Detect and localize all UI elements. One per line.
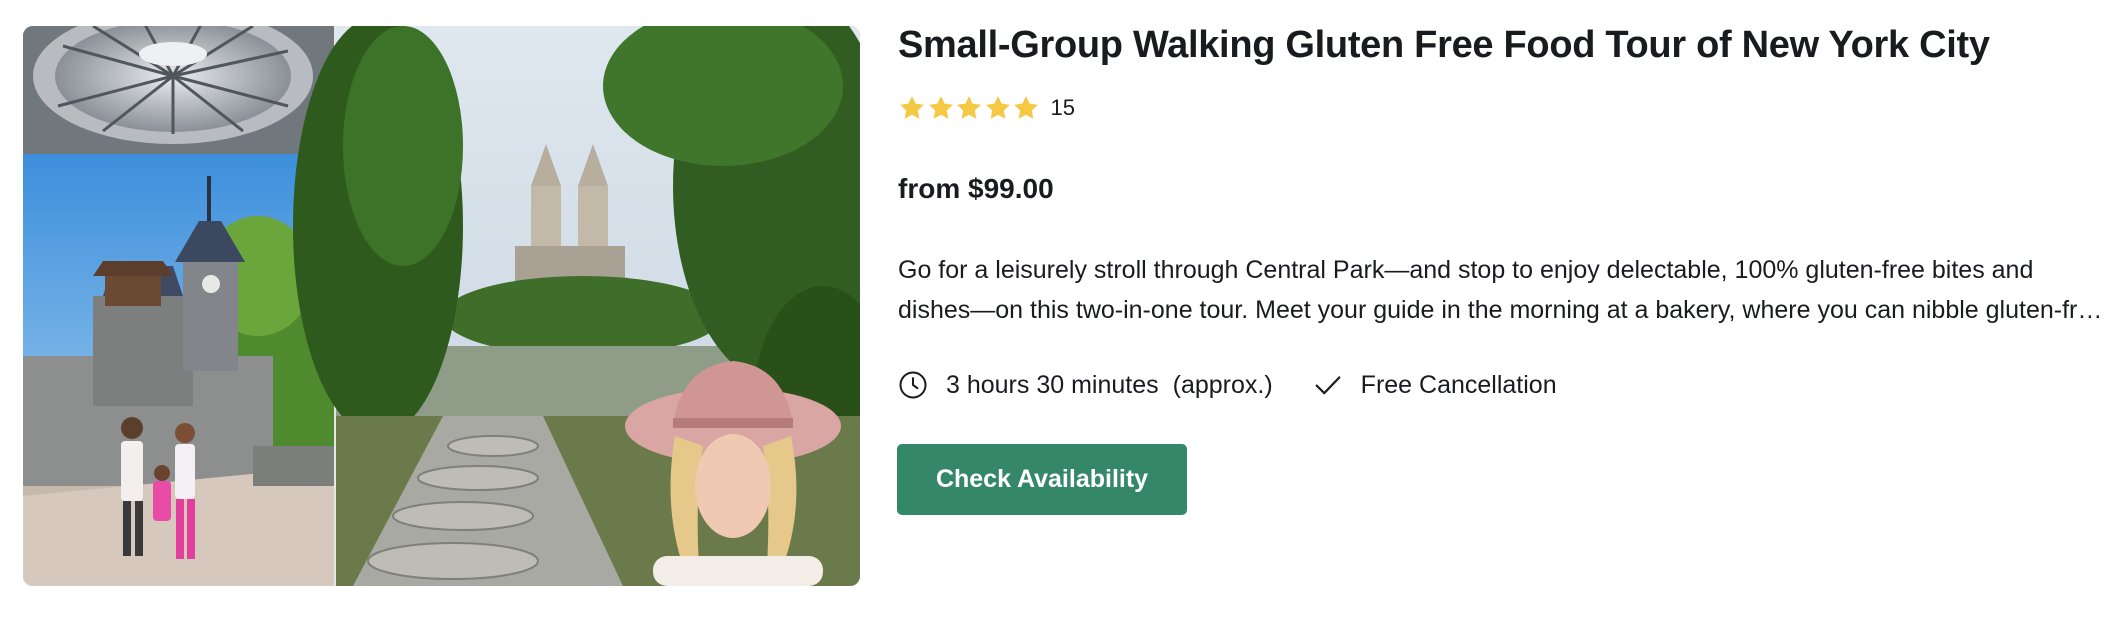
tour-description: Go for a leisurely stroll through Centra… — [898, 256, 2106, 324]
product-card: Small-Group Walking Gluten Free Food Tou… — [0, 0, 2124, 628]
cancellation-label: Free Cancellation — [1360, 370, 1557, 399]
mosaic-photo — [23, 26, 334, 154]
duration-approx: (approx.) — [1172, 370, 1273, 399]
review-count[interactable]: 15 — [1051, 95, 1075, 121]
check-availability-button[interactable]: Check Availability — [897, 444, 1187, 515]
price: from $99.00 — [898, 173, 1054, 204]
tour-meta: 3 hours 30 minutes (approx.) Free Cancel… — [898, 370, 1557, 400]
duration: 3 hours 30 minutes (approx.) — [898, 370, 1273, 400]
tour-title[interactable]: Small-Group Walking Gluten Free Food Tou… — [898, 24, 1990, 67]
clock-icon — [899, 371, 927, 399]
tour-photo-collage[interactable] — [23, 26, 860, 586]
star-icon — [957, 96, 981, 119]
star-icon — [928, 96, 953, 119]
duration-label: 3 hours 30 minutes — [946, 370, 1159, 399]
central-park-photo — [293, 26, 860, 586]
star-icon — [1014, 96, 1038, 119]
star-icon — [900, 96, 924, 119]
star-icon — [985, 96, 1010, 119]
checkmark-icon — [1315, 376, 1341, 395]
cancellation: Free Cancellation — [1313, 370, 1557, 400]
tour-photo-illustration — [23, 26, 860, 586]
star-rating: 15 — [898, 94, 1075, 122]
